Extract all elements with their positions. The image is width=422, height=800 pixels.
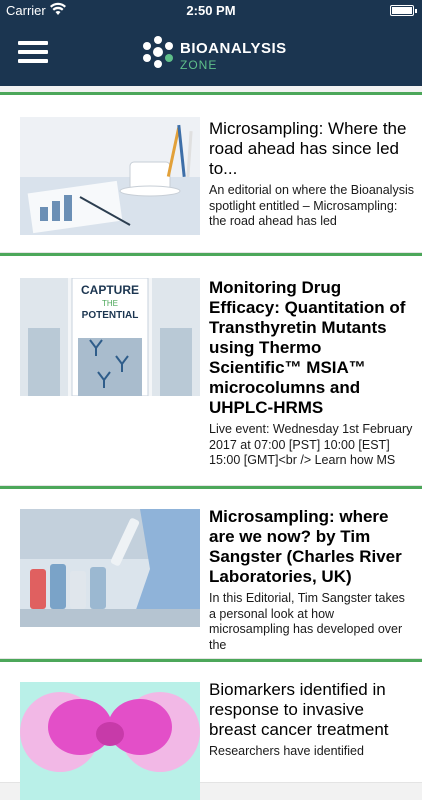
article-excerpt: In this Editorial, Tim Sangster takes a …: [209, 591, 405, 652]
article-thumbnail: CAPTURE THE POTENTIAL: [20, 278, 200, 396]
thumb-text-capture: CAPTURE: [81, 283, 139, 297]
thumb-text-the: THE: [102, 299, 118, 308]
hamburger-menu-icon[interactable]: [18, 38, 48, 68]
article-title: Monitoring Drug Efficacy: Quantitation o…: [209, 278, 406, 417]
logo-mark-icon: [143, 36, 173, 68]
article-card[interactable]: CAPTURE THE POTENTIAL Monitoring Drug Ef…: [0, 256, 422, 486]
article-thumbnail: [20, 117, 200, 235]
article-text: Biomarkers identified in response to inv…: [209, 680, 415, 760]
article-excerpt: Researchers have identified: [209, 744, 364, 758]
article-feed: Microsampling: Where the road ahead has …: [0, 86, 422, 800]
article-card[interactable]: Biomarkers identified in response to inv…: [0, 662, 422, 800]
article-text: Microsampling: where are we now? by Tim …: [209, 507, 415, 653]
article-title: Microsampling: Where the road ahead has …: [209, 119, 407, 178]
clock: 2:50 PM: [186, 3, 236, 18]
article-title: Biomarkers identified in response to inv…: [209, 680, 389, 739]
article-title: Microsampling: where are we now? by Tim …: [209, 507, 402, 586]
article-excerpt: Live event: Wednesday 1st February 2017 …: [209, 422, 413, 467]
article-card[interactable]: Microsampling: Where the road ahead has …: [0, 95, 422, 253]
battery-icon: [390, 5, 417, 16]
status-bar: Carrier 2:50 PM: [0, 0, 422, 22]
thumb-text-potential: POTENTIAL: [82, 310, 139, 321]
article-card[interactable]: Microsampling: where are we now? by Tim …: [0, 489, 422, 659]
nav-bar: BIOANALYSIS ZONE: [0, 22, 422, 86]
logo-text-zone: ZONE: [180, 58, 218, 72]
article-thumbnail: [20, 682, 200, 800]
logo-text-bioanalysis: BIOANALYSIS: [180, 40, 287, 57]
article-excerpt: An editorial on where the Bioanalysis sp…: [209, 183, 414, 228]
article-text: Monitoring Drug Efficacy: Quantitation o…: [209, 278, 415, 469]
article-thumbnail: [20, 509, 200, 627]
article-text: Microsampling: Where the road ahead has …: [209, 119, 415, 230]
bioanalysis-zone-logo: BIOANALYSIS ZONE: [140, 32, 290, 76]
